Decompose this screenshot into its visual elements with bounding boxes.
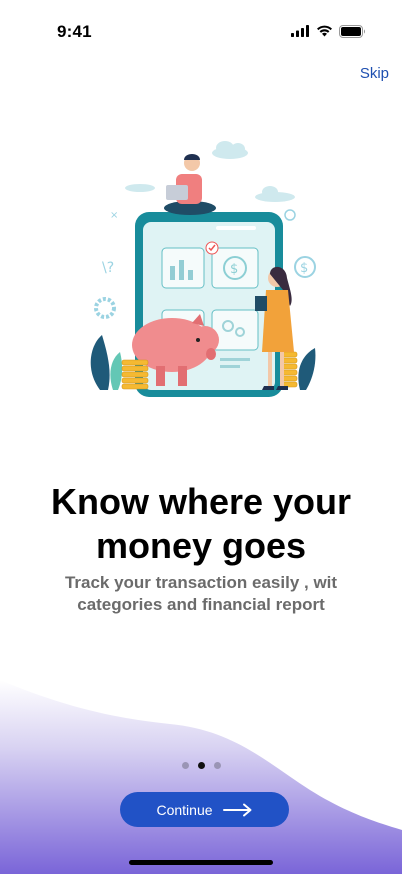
wifi-icon [317,25,332,37]
onboarding-illustration: $ $ \? × [90,141,316,397]
page-dot-1[interactable] [181,762,189,769]
continue-button[interactable]: Continue [120,792,289,827]
onboarding-subtitle: Track your transaction easily , wit cate… [30,572,372,616]
battery-icon [339,24,365,38]
subtitle-line-1: Track your transaction easily , wit [64,573,338,592]
cloud-icon [125,141,295,202]
onboarding-title: Know where your money goes [0,480,402,568]
title-line-1: Know where your [50,481,352,522]
continue-label: Continue [156,801,213,818]
svg-text:$: $ [300,261,308,276]
title-line-2: money goes [95,525,307,566]
status-bar: 9:41 [0,0,402,60]
status-time: 9:41 [57,22,92,41]
subtitle-line-2: categories and financial report [77,595,325,614]
bottom-wave-background [0,680,402,874]
page-indicator [0,762,402,769]
arrow-right-icon [222,803,252,816]
status-icons [291,24,366,38]
svg-text:$: $ [230,262,238,277]
page-dot-3[interactable] [213,762,221,769]
cellular-signal-icon [291,25,309,37]
page-dot-2-active[interactable] [197,762,205,769]
person-man [164,154,216,215]
home-indicator [129,860,273,865]
skip-button[interactable]: Skip [360,65,389,82]
svg-text:×: × [110,210,118,221]
svg-text:\?: \? [102,260,114,276]
